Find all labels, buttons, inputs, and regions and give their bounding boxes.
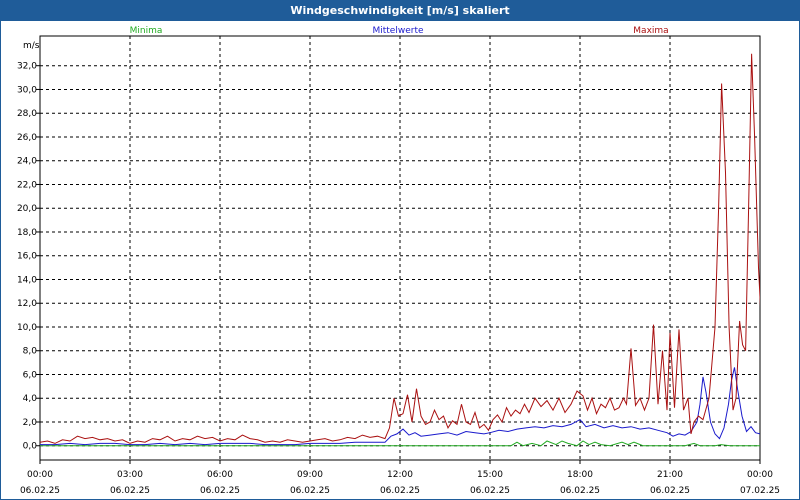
legend-entry-mittelwerte: Mittelwerte [372, 26, 423, 36]
y-tick-label: 4,0 [23, 394, 38, 404]
x-tick-labels: 00:00 06.02.25 03:00 06.02.25 06:00 06.02.25 0… [20, 470, 780, 496]
y-tick-label: 2,0 [23, 418, 38, 428]
series-group [40, 53, 760, 447]
x-tick-time: 21:00 [657, 470, 683, 480]
legend: Minima Mittelwerte Maxima [130, 26, 669, 36]
y-tick-label: 32,0 [17, 62, 37, 72]
x-tick-date: 06.02.25 [290, 486, 330, 496]
legend-entry-maxima: Maxima [633, 26, 668, 36]
axes [36, 35, 761, 464]
x-tick-time: 15:00 [477, 470, 503, 480]
x-tick-date: 06.02.25 [380, 486, 420, 496]
y-tick-label: 14,0 [17, 275, 37, 285]
y-tick-label: 12,0 [17, 299, 37, 309]
x-tick-time: 00:00 [747, 470, 773, 480]
y-tick-label: 28,0 [17, 109, 37, 119]
y-axis-unit: m/s [23, 41, 40, 51]
x-tick-date: 06.02.25 [650, 486, 690, 496]
y-tick-label: 8,0 [23, 347, 38, 357]
x-tick-date: 06.02.25 [470, 486, 510, 496]
x-tick-date: 06.02.25 [200, 486, 240, 496]
y-tick-label: 30,0 [17, 85, 37, 95]
x-tick-time: 03:00 [117, 470, 143, 480]
x-tick-time: 18:00 [567, 470, 593, 480]
y-tick-labels: 0,0 2,0 4,0 6,0 8,0 10,0 12,0 14,0 16,0 18,0 20,0 2… [17, 62, 37, 452]
y-tick-label: 26,0 [17, 133, 37, 143]
y-tick-label: 16,0 [17, 252, 37, 262]
y-tick-label: 6,0 [23, 370, 38, 380]
legend-entry-minima: Minima [130, 26, 163, 36]
y-tick-label: 22,0 [17, 180, 37, 190]
x-tick-date: 06.02.25 [20, 486, 60, 496]
x-tick-time: 00:00 [27, 470, 53, 480]
x-tick-date: 07.02.25 [740, 486, 780, 496]
grid [40, 36, 760, 460]
x-tick-date: 06.02.25 [560, 486, 600, 496]
x-tick-time: 12:00 [387, 470, 413, 480]
x-tick-time: 06:00 [207, 470, 233, 480]
y-tick-label: 18,0 [17, 228, 37, 238]
wind-speed-chart: 0,0 2,0 4,0 6,0 8,0 10,0 12,0 14,0 16,0 18,0 20,0 2… [17, 26, 780, 496]
y-tick-label: 0,0 [23, 442, 38, 452]
x-tick-time: 09:00 [297, 470, 323, 480]
series-line-maxima [40, 53, 760, 444]
y-tick-label: 20,0 [17, 204, 37, 214]
y-tick-label: 10,0 [17, 323, 37, 333]
y-tick-label: 24,0 [17, 157, 37, 167]
x-tick-date: 06.02.25 [110, 486, 150, 496]
